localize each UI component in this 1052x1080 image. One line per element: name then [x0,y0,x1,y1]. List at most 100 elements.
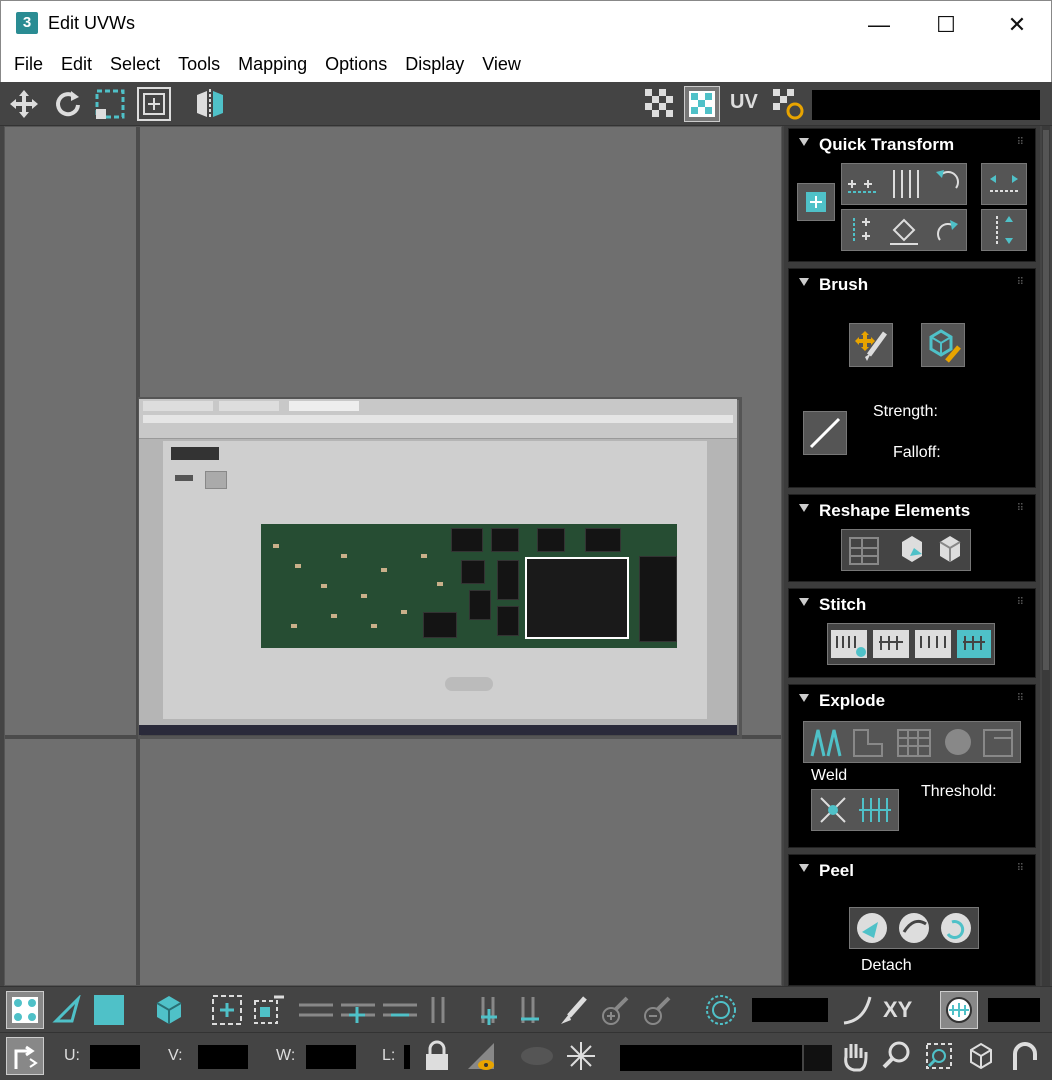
falloff-icon[interactable] [838,991,876,1029]
panel-scroll-thumb[interactable] [1043,130,1049,670]
menu-file[interactable]: File [5,46,52,82]
minimize-button[interactable]: — [859,9,899,41]
threshold-label: Threshold: [921,783,997,800]
collapse-arrow-icon[interactable] [799,504,809,512]
ignore-backface-icon[interactable] [940,991,978,1029]
zoom-icon[interactable] [878,1037,916,1075]
grip-icon[interactable]: ⠿ [1017,693,1025,704]
mirror-icon[interactable] [192,86,228,122]
hide-icon[interactable] [462,1037,500,1075]
menu-mapping[interactable]: Mapping [229,46,316,82]
menu-display[interactable]: Display [396,46,473,82]
uv-viewport[interactable] [4,126,782,986]
rollout-reshape-elements: Reshape Elements ⠿ [788,494,1036,582]
v-label: V: [168,1047,183,1064]
rollout-title[interactable]: Peel [819,861,854,881]
freeform-icon[interactable] [92,86,128,122]
align-row-bottom [841,209,967,251]
shrink-selection-icon[interactable] [250,991,288,1029]
strength-label: Strength: [873,403,938,420]
filter-dropdown-arrow[interactable] [804,1045,832,1071]
grip-icon[interactable]: ⠿ [1017,597,1025,608]
space-vertical-icon[interactable] [981,209,1027,251]
weld-buttons [811,789,899,831]
texture-taskbar [139,725,737,735]
relax-brush-icon[interactable] [921,323,965,367]
collapse-arrow-icon[interactable] [799,864,809,872]
menu-edit[interactable]: Edit [52,46,101,82]
title-bar: 3 Edit UVWs — ☐ ✕ [0,0,1052,46]
loop-vertical-buttons[interactable] [426,991,552,1029]
u-field[interactable] [90,1045,140,1069]
paint-move-brush-icon[interactable] [849,323,893,367]
peel-buttons [849,907,979,949]
lock-icon[interactable] [418,1037,456,1075]
paint-select-subtract-icon[interactable] [638,991,676,1029]
soft-selection-icon[interactable] [702,991,740,1029]
window-title: Edit UVWs [48,13,136,33]
menu-view[interactable]: View [473,46,530,82]
falloff-value[interactable] [988,998,1040,1022]
rollout-title[interactable]: Brush [819,275,868,295]
menu-select[interactable]: Select [101,46,169,82]
rollout-title[interactable]: Explode [819,691,885,711]
grip-icon[interactable]: ⠿ [1017,503,1025,514]
rotate-icon[interactable] [50,86,86,122]
checker-icon[interactable] [642,86,678,122]
explode-buttons [803,721,1021,763]
selected-chip-region [525,557,629,639]
app-icon: 3 [16,12,38,34]
pan-icon[interactable] [836,1037,874,1075]
visibility-icon[interactable] [518,1037,556,1075]
zoom-region-icon[interactable] [920,1037,958,1075]
l-field[interactable] [404,1045,410,1069]
rollout-explode: Explode ⠿ Weld Threshold: [788,684,1036,848]
map-selector[interactable] [812,90,1040,120]
v-field[interactable] [198,1045,248,1069]
filter-dropdown[interactable] [620,1045,802,1071]
w-field[interactable] [306,1045,356,1069]
edge-select-icon[interactable] [48,991,86,1029]
collapse-arrow-icon[interactable] [799,694,809,702]
snap-icon[interactable] [1006,1037,1044,1075]
reshape-buttons [841,529,971,571]
rollout-title[interactable]: Quick Transform [819,135,954,155]
collapse-arrow-icon[interactable] [799,278,809,286]
rollout-title[interactable]: Reshape Elements [819,501,970,521]
move-icon[interactable] [6,86,42,122]
background-texture [139,399,737,735]
grip-icon[interactable]: ⠿ [1017,863,1025,874]
collapse-arrow-icon[interactable] [799,598,809,606]
loop-ring-buttons[interactable] [296,991,422,1029]
texture-browser-bar [139,399,737,439]
pcb-image [261,524,677,648]
soft-selection-value[interactable] [752,998,828,1022]
grow-selection-icon[interactable] [208,991,246,1029]
paint-select-icon[interactable] [554,991,592,1029]
xy-toggle[interactable]: XY [883,997,912,1023]
maximize-button[interactable]: ☐ [926,9,966,41]
w-label: W: [276,1047,296,1064]
paint-select-add-icon[interactable] [596,991,634,1029]
close-button[interactable]: ✕ [997,9,1037,41]
mirror-frame-icon[interactable] [136,86,172,122]
pivot-icon[interactable] [797,183,835,221]
grip-icon[interactable]: ⠿ [1017,137,1025,148]
rollout-title[interactable]: Stitch [819,595,866,615]
menu-tools[interactable]: Tools [169,46,229,82]
space-horizontal-icon[interactable] [981,163,1027,205]
settings-checker-icon[interactable] [770,86,806,122]
rollout-stitch: Stitch ⠿ [788,588,1036,678]
freeze-icon[interactable] [562,1037,600,1075]
menu-options[interactable]: Options [316,46,396,82]
collapse-arrow-icon[interactable] [799,138,809,146]
element-select-icon[interactable] [150,991,188,1029]
vertex-select-icon[interactable] [6,991,44,1029]
checker-map-icon[interactable] [684,86,720,122]
u-label: U: [64,1047,80,1064]
falloff-curve-icon[interactable] [803,411,847,455]
zoom-extents-icon[interactable] [962,1037,1000,1075]
face-select-icon[interactable] [90,991,128,1029]
transform-type-icon[interactable] [6,1037,44,1075]
grip-icon[interactable]: ⠿ [1017,277,1025,288]
